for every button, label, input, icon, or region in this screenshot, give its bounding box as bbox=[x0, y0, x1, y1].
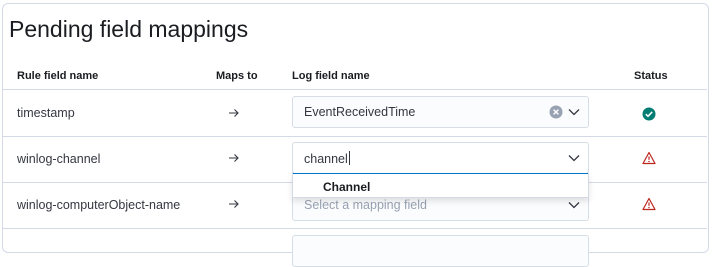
log-field-combobox[interactable] bbox=[292, 235, 589, 267]
row-divider bbox=[3, 89, 707, 90]
check-circle-icon bbox=[642, 107, 656, 121]
header-log-field: Log field name bbox=[292, 70, 370, 82]
rule-field-name: timestamp bbox=[17, 106, 75, 120]
field-options-dropdown: Channel bbox=[292, 174, 589, 198]
arrow-right-icon bbox=[229, 109, 239, 117]
header-status: Status bbox=[634, 70, 668, 82]
row-divider bbox=[3, 136, 707, 137]
clear-icon[interactable] bbox=[549, 105, 563, 119]
dropdown-option[interactable]: Channel bbox=[323, 180, 370, 194]
arrow-right-icon bbox=[229, 154, 239, 162]
warning-icon bbox=[642, 197, 656, 211]
page-title: Pending field mappings bbox=[9, 16, 249, 42]
log-field-value: EventReceivedTime bbox=[304, 105, 416, 119]
rule-field-name: winlog-computerObject-name bbox=[17, 198, 181, 212]
chevron-down-icon[interactable] bbox=[568, 154, 580, 162]
rule-field-name: winlog-channel bbox=[17, 152, 101, 166]
arrow-right-icon bbox=[229, 200, 239, 208]
header-rule-field: Rule field name bbox=[17, 70, 99, 82]
log-field-search-input[interactable]: channel bbox=[304, 152, 348, 166]
log-field-placeholder: Select a mapping field bbox=[304, 198, 427, 212]
text-caret bbox=[348, 151, 350, 165]
chevron-down-icon[interactable] bbox=[568, 201, 580, 209]
row-divider bbox=[3, 228, 707, 229]
chevron-down-icon[interactable] bbox=[568, 108, 580, 116]
log-field-combobox[interactable]: EventReceivedTime bbox=[292, 96, 589, 128]
log-field-combobox[interactable]: channel bbox=[292, 142, 589, 175]
header-maps-to: Maps to bbox=[216, 70, 258, 82]
warning-icon bbox=[642, 151, 656, 165]
